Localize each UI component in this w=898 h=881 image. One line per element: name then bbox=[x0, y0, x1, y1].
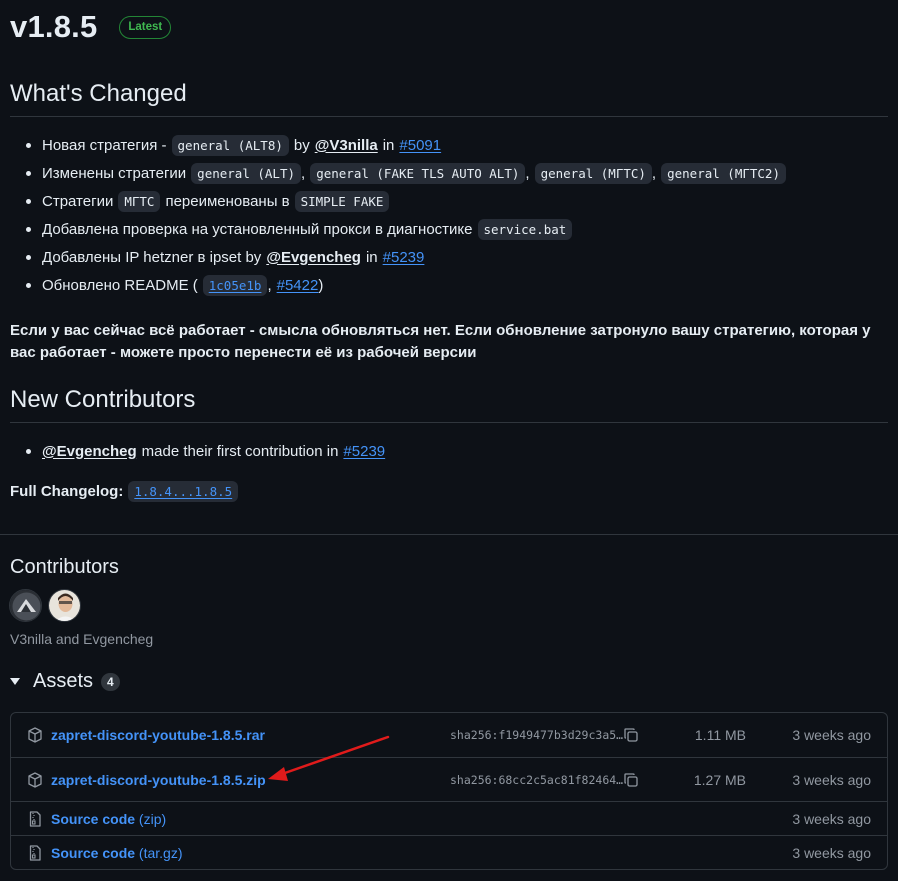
release-note: Если у вас сейчас всё работает - смысла … bbox=[10, 322, 871, 361]
assets-list: zapret-discord-youtube-1.8.5.rar sha256:… bbox=[10, 712, 888, 870]
list-item: Добавлены IP hetzner в ipset by @Evgench… bbox=[26, 243, 786, 271]
pr-link[interactable]: #5239 bbox=[343, 443, 385, 460]
contributor-avatars bbox=[9, 589, 81, 622]
contributor-names: V3nilla and Evgencheg bbox=[10, 631, 154, 647]
asset-size: 1.11 MB bbox=[694, 727, 746, 743]
changes-list: Новая стратегия - general (ALT8) by @V3n… bbox=[26, 131, 786, 299]
avatar-v3nilla-icon bbox=[10, 590, 41, 621]
source-zip-link[interactable]: Source code (zip) bbox=[51, 811, 166, 827]
list-item: Новая стратегия - general (ALT8) by @V3n… bbox=[26, 131, 786, 159]
asset-row: Source code (zip) 3 weeks ago bbox=[11, 801, 887, 835]
inline-code: general (FAKE TLS AUTO ALT) bbox=[310, 162, 526, 184]
release-version: v1.8.5 bbox=[10, 9, 98, 44]
asset-date: 3 weeks ago bbox=[792, 771, 871, 788]
inline-code: general (МГТС2) bbox=[661, 162, 786, 184]
pr-link[interactable]: #5239 bbox=[383, 249, 425, 266]
assets-heading: Assets bbox=[33, 670, 94, 692]
new-contributors-heading: New Contributors bbox=[10, 386, 888, 423]
avatar[interactable] bbox=[48, 589, 81, 622]
file-zip-icon bbox=[27, 810, 43, 827]
asset-size: 1.27 MB bbox=[693, 771, 746, 788]
author-link[interactable]: @Evgencheg bbox=[42, 443, 137, 460]
file-zip-icon bbox=[27, 844, 43, 861]
asset-row: zapret-discord-youtube-1.8.5.zip sha256:… bbox=[11, 757, 887, 801]
release-header: v1.8.5 Latest bbox=[10, 2, 172, 52]
asset-date: 3 weeks ago bbox=[792, 844, 871, 861]
asset-date: 3 weeks ago bbox=[792, 810, 871, 827]
list-item: Добавлена проверка на установленный прок… bbox=[26, 215, 786, 243]
inline-code: general (МГТС) bbox=[534, 162, 652, 184]
package-icon bbox=[27, 771, 43, 788]
avatar[interactable] bbox=[9, 589, 42, 622]
list-item: @Evgencheg made their first contribution… bbox=[25, 437, 385, 465]
commit-link[interactable]: 1c05e1b bbox=[202, 274, 268, 296]
latest-badge: Latest bbox=[119, 15, 172, 39]
contributors-heading: Contributors bbox=[10, 556, 119, 578]
list-item: Стратегии МГТС переименованы в SIMPLE FA… bbox=[26, 187, 786, 215]
whats-changed-heading: What's Changed bbox=[10, 80, 888, 117]
copy-icon[interactable] bbox=[623, 772, 639, 788]
asset-download-link[interactable]: zapret-discord-youtube-1.8.5.zip bbox=[51, 772, 266, 788]
new-contributors-list: @Evgencheg made their first contribution… bbox=[25, 437, 385, 465]
asset-download-link[interactable]: zapret-discord-youtube-1.8.5.rar bbox=[51, 727, 265, 743]
assets-count: 4 bbox=[101, 672, 120, 691]
inline-code: general (ALT) bbox=[191, 162, 302, 184]
list-item: Изменены стратегии general (ALT) , gener… bbox=[26, 159, 786, 187]
inline-code: general (ALT8) bbox=[171, 134, 289, 156]
inline-code: МГТС bbox=[118, 190, 161, 212]
package-icon bbox=[27, 727, 43, 743]
caret-down-icon bbox=[10, 678, 20, 685]
section-divider bbox=[0, 534, 898, 535]
asset-row: zapret-discord-youtube-1.8.5.rar sha256:… bbox=[11, 713, 887, 757]
avatar-evgencheg-icon bbox=[49, 590, 80, 621]
pr-link[interactable]: #5422 bbox=[277, 277, 319, 294]
source-targz-link[interactable]: Source code (tar.gz) bbox=[51, 845, 183, 861]
inline-code: service.bat bbox=[477, 218, 573, 240]
changelog-compare-link[interactable]: 1.8.4...1.8.5 bbox=[128, 481, 239, 502]
asset-date: 3 weeks ago bbox=[792, 727, 871, 743]
pr-link[interactable]: #5091 bbox=[399, 137, 441, 154]
author-link[interactable]: @V3nilla bbox=[315, 137, 378, 154]
asset-sha: sha256:68cc2c5ac81f82464… bbox=[450, 772, 624, 787]
asset-row: Source code (tar.gz) 3 weeks ago bbox=[11, 835, 887, 869]
author-link[interactable]: @Evgencheg bbox=[266, 249, 361, 266]
full-changelog: Full Changelog: 1.8.4...1.8.5 bbox=[10, 481, 239, 502]
list-item: Обновлено README ( 1c05e1b , #5422) bbox=[26, 271, 786, 299]
assets-toggle[interactable]: Assets 4 bbox=[10, 670, 120, 693]
inline-code: SIMPLE FAKE bbox=[294, 190, 390, 212]
copy-icon[interactable] bbox=[623, 727, 639, 743]
asset-sha: sha256:f1949477b3d29c3a5… bbox=[450, 728, 624, 742]
